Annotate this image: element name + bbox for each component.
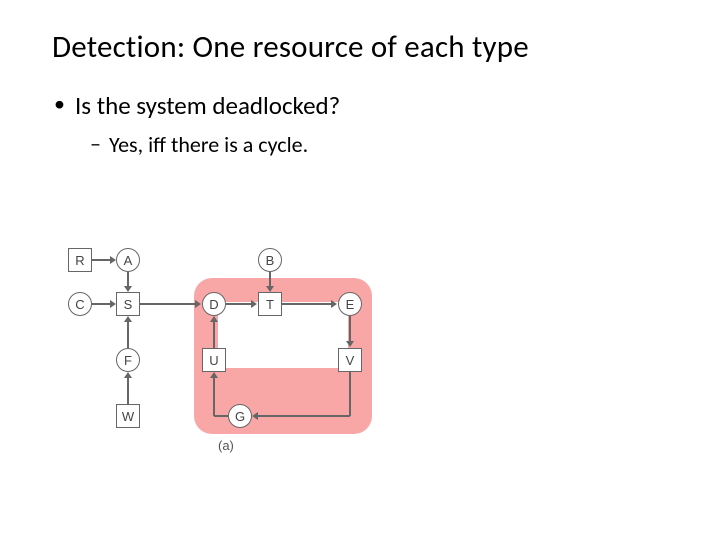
edge-G-U-v	[213, 378, 215, 416]
edge-U-D	[213, 322, 215, 348]
resource-U: U	[202, 348, 226, 372]
edge-F-S	[127, 322, 129, 348]
process-G: G	[228, 404, 252, 428]
process-A: A	[116, 248, 140, 272]
resource-S: S	[116, 292, 140, 316]
arrowhead-icon	[110, 300, 116, 308]
bullet-level-1: • Is the system deadlocked?	[54, 90, 680, 121]
edge-C-S	[92, 303, 111, 305]
edge-V-G	[349, 372, 351, 416]
edge-W-F	[127, 378, 129, 404]
edge-B-T	[269, 272, 271, 287]
bullet-2-text: Yes, iff there is a cycle.	[109, 131, 308, 158]
edge-G-U-h	[214, 415, 228, 417]
process-B: B	[258, 248, 282, 272]
cycle-highlight-hole	[218, 302, 348, 368]
arrowhead-icon	[210, 316, 218, 322]
bullet-dot-icon: •	[54, 90, 65, 118]
resource-V: V	[338, 348, 362, 372]
arrowhead-icon	[251, 300, 257, 308]
slide-body: • Is the system deadlocked? – Yes, iff t…	[0, 66, 720, 158]
edge-E-V	[349, 316, 351, 342]
process-F: F	[116, 348, 140, 372]
resource-allocation-graph: R A B C S D T E F U V W G (a)	[68, 248, 398, 468]
arrowhead-icon	[124, 372, 132, 378]
arrowhead-icon	[266, 286, 274, 292]
edge-T-E	[282, 303, 332, 305]
diagram-caption: (a)	[218, 438, 234, 453]
arrowhead-icon	[124, 286, 132, 292]
bullet-dash-icon: –	[90, 131, 101, 157]
process-D: D	[202, 292, 226, 316]
arrowhead-icon	[124, 316, 132, 322]
arrowhead-icon	[346, 341, 354, 347]
process-E: E	[338, 292, 362, 316]
bullet-level-2: – Yes, iff there is a cycle.	[90, 131, 680, 158]
resource-W: W	[116, 404, 140, 428]
bullet-1-text: Is the system deadlocked?	[75, 90, 340, 121]
edge-R-A	[92, 259, 111, 261]
edge-D-T	[226, 303, 252, 305]
resource-R: R	[68, 248, 92, 272]
arrowhead-icon	[195, 300, 201, 308]
slide-title: Detection: One resource of each type	[0, 0, 720, 66]
edge-S-D	[140, 303, 196, 305]
resource-T: T	[258, 292, 282, 316]
arrowhead-icon	[110, 256, 116, 264]
edge-V-G-h	[258, 415, 350, 417]
arrowhead-icon	[331, 300, 337, 308]
process-C: C	[68, 292, 92, 316]
edge-A-S	[127, 272, 129, 287]
arrowhead-icon	[252, 412, 258, 420]
arrowhead-icon	[210, 372, 218, 378]
